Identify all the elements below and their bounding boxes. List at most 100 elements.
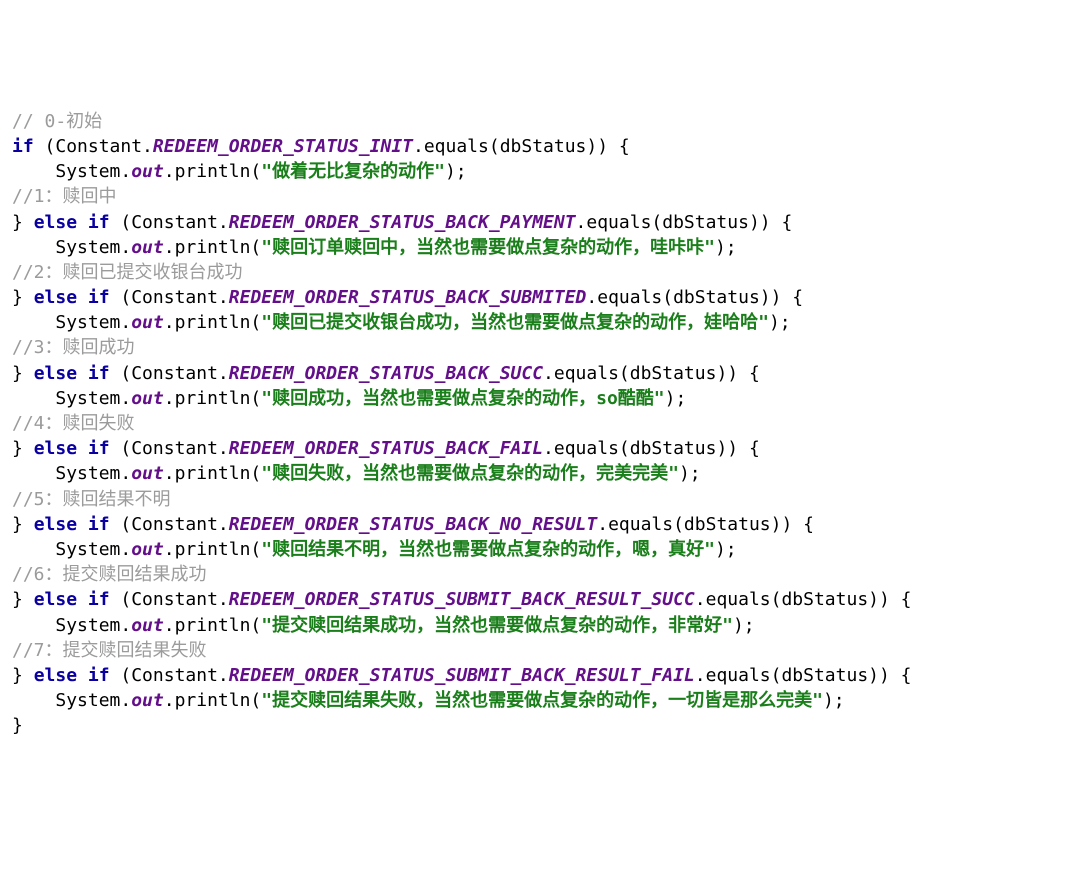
token-plain: .println( [164,237,262,258]
token-kw: else if [34,438,110,459]
code-line: //7：提交赎回结果失败 [12,638,1068,663]
indent [12,463,55,484]
code-line: //3：赎回成功 [12,335,1068,360]
code-line: System.out.println("赎回结果不明，当然也需要做点复杂的动作，… [12,537,1068,562]
indent [12,388,55,409]
token-str: "提交赎回结果失败，当然也需要做点复杂的动作，一切皆是那么完美" [261,690,823,711]
token-plain: .equals(dbStatus)) { [543,363,760,384]
token-str: "赎回已提交收银台成功，当然也需要做点复杂的动作，娃哈哈" [261,312,769,333]
code-line: } else if (Constant.REDEEM_ORDER_STATUS_… [12,361,1068,386]
token-kw: else if [34,514,110,535]
token-field: REDEEM_ORDER_STATUS_INIT [153,136,413,157]
indent [12,312,55,333]
token-str: "赎回订单赎回中，当然也需要做点复杂的动作，哇咔咔" [261,237,715,258]
token-field: out [131,463,164,484]
token-field: REDEEM_ORDER_STATUS_BACK_SUBMITED [229,287,587,308]
token-kw: else if [34,589,110,610]
token-field: out [131,539,164,560]
code-line: //2：赎回已提交收银台成功 [12,260,1068,285]
code-line: System.out.println("赎回已提交收银台成功，当然也需要做点复杂… [12,310,1068,335]
token-plain: System. [55,312,131,333]
token-plain: ); [769,312,791,333]
code-line: } else if (Constant.REDEEM_ORDER_STATUS_… [12,587,1068,612]
token-plain: System. [55,615,131,636]
token-plain: (Constant. [110,363,229,384]
token-plain: } [12,287,34,308]
token-field: REDEEM_ORDER_STATUS_BACK_FAIL [229,438,543,459]
code-line: //1：赎回中 [12,184,1068,209]
code-line: System.out.println("赎回订单赎回中，当然也需要做点复杂的动作… [12,235,1068,260]
token-plain: .equals(dbStatus)) { [576,212,793,233]
token-plain: (Constant. [110,438,229,459]
token-plain: ); [715,539,737,560]
token-plain: } [12,665,34,686]
code-line: System.out.println("做着无比复杂的动作"); [12,159,1068,184]
indent [12,161,55,182]
token-plain: System. [55,690,131,711]
token-comment: //3：赎回成功 [12,337,135,358]
token-plain: (Constant. [110,212,229,233]
token-kw: else if [34,665,110,686]
token-plain: ); [445,161,467,182]
code-line: //6：提交赎回结果成功 [12,562,1068,587]
token-plain: } [12,363,34,384]
token-plain: .println( [164,463,262,484]
token-str: "赎回成功，当然也需要做点复杂的动作，so酷酷" [261,388,664,409]
token-plain: .equals(dbStatus)) { [413,136,630,157]
token-plain: } [12,514,34,535]
token-plain: System. [55,539,131,560]
token-comment: //7：提交赎回结果失败 [12,640,207,661]
token-field: REDEEM_ORDER_STATUS_BACK_PAYMENT [229,212,576,233]
code-line: } else if (Constant.REDEEM_ORDER_STATUS_… [12,210,1068,235]
token-str: "提交赎回结果成功，当然也需要做点复杂的动作，非常好" [261,615,733,636]
token-plain: ); [679,463,701,484]
code-block: // 0-初始if (Constant.REDEEM_ORDER_STATUS_… [12,109,1068,739]
token-plain: (Constant. [110,665,229,686]
token-comment: //1：赎回中 [12,186,117,207]
token-plain: ); [823,690,845,711]
code-line: } else if (Constant.REDEEM_ORDER_STATUS_… [12,663,1068,688]
token-plain: .println( [164,539,262,560]
token-plain: ); [715,237,737,258]
token-plain: (Constant. [34,136,153,157]
token-kw: else if [34,287,110,308]
token-plain: (Constant. [110,287,229,308]
token-plain: (Constant. [110,514,229,535]
token-field: out [131,312,164,333]
token-plain: } [12,589,34,610]
code-line: System.out.println("赎回失败，当然也需要做点复杂的动作，完美… [12,461,1068,486]
token-field: out [131,237,164,258]
token-plain: System. [55,161,131,182]
token-field: out [131,690,164,711]
code-line: } else if (Constant.REDEEM_ORDER_STATUS_… [12,436,1068,461]
code-line: System.out.println("赎回成功，当然也需要做点复杂的动作，so… [12,386,1068,411]
token-plain: .println( [164,388,262,409]
code-line: System.out.println("提交赎回结果失败，当然也需要做点复杂的动… [12,688,1068,713]
token-kw: else if [34,212,110,233]
token-plain: System. [55,237,131,258]
token-str: "做着无比复杂的动作" [261,161,445,182]
code-line: //4：赎回失败 [12,411,1068,436]
token-comment: //2：赎回已提交收银台成功 [12,262,243,283]
token-plain: System. [55,463,131,484]
token-str: "赎回结果不明，当然也需要做点复杂的动作，嗯，真好" [261,539,715,560]
token-plain: .equals(dbStatus)) { [695,589,912,610]
token-field: REDEEM_ORDER_STATUS_SUBMIT_BACK_RESULT_F… [229,665,695,686]
indent [12,539,55,560]
code-line: //5：赎回结果不明 [12,487,1068,512]
token-plain: .equals(dbStatus)) { [695,665,912,686]
token-plain: (Constant. [110,589,229,610]
token-plain: } [12,438,34,459]
token-comment: //5：赎回结果不明 [12,489,171,510]
token-plain: } [12,715,23,736]
token-comment: // 0-初始 [12,111,102,132]
indent [12,237,55,258]
token-plain: .equals(dbStatus)) { [586,287,803,308]
token-plain: .equals(dbStatus)) { [543,438,760,459]
token-plain: .println( [164,615,262,636]
token-plain: .println( [164,312,262,333]
token-field: REDEEM_ORDER_STATUS_BACK_NO_RESULT [229,514,597,535]
token-plain: System. [55,388,131,409]
indent [12,615,55,636]
code-line: } [12,713,1068,738]
